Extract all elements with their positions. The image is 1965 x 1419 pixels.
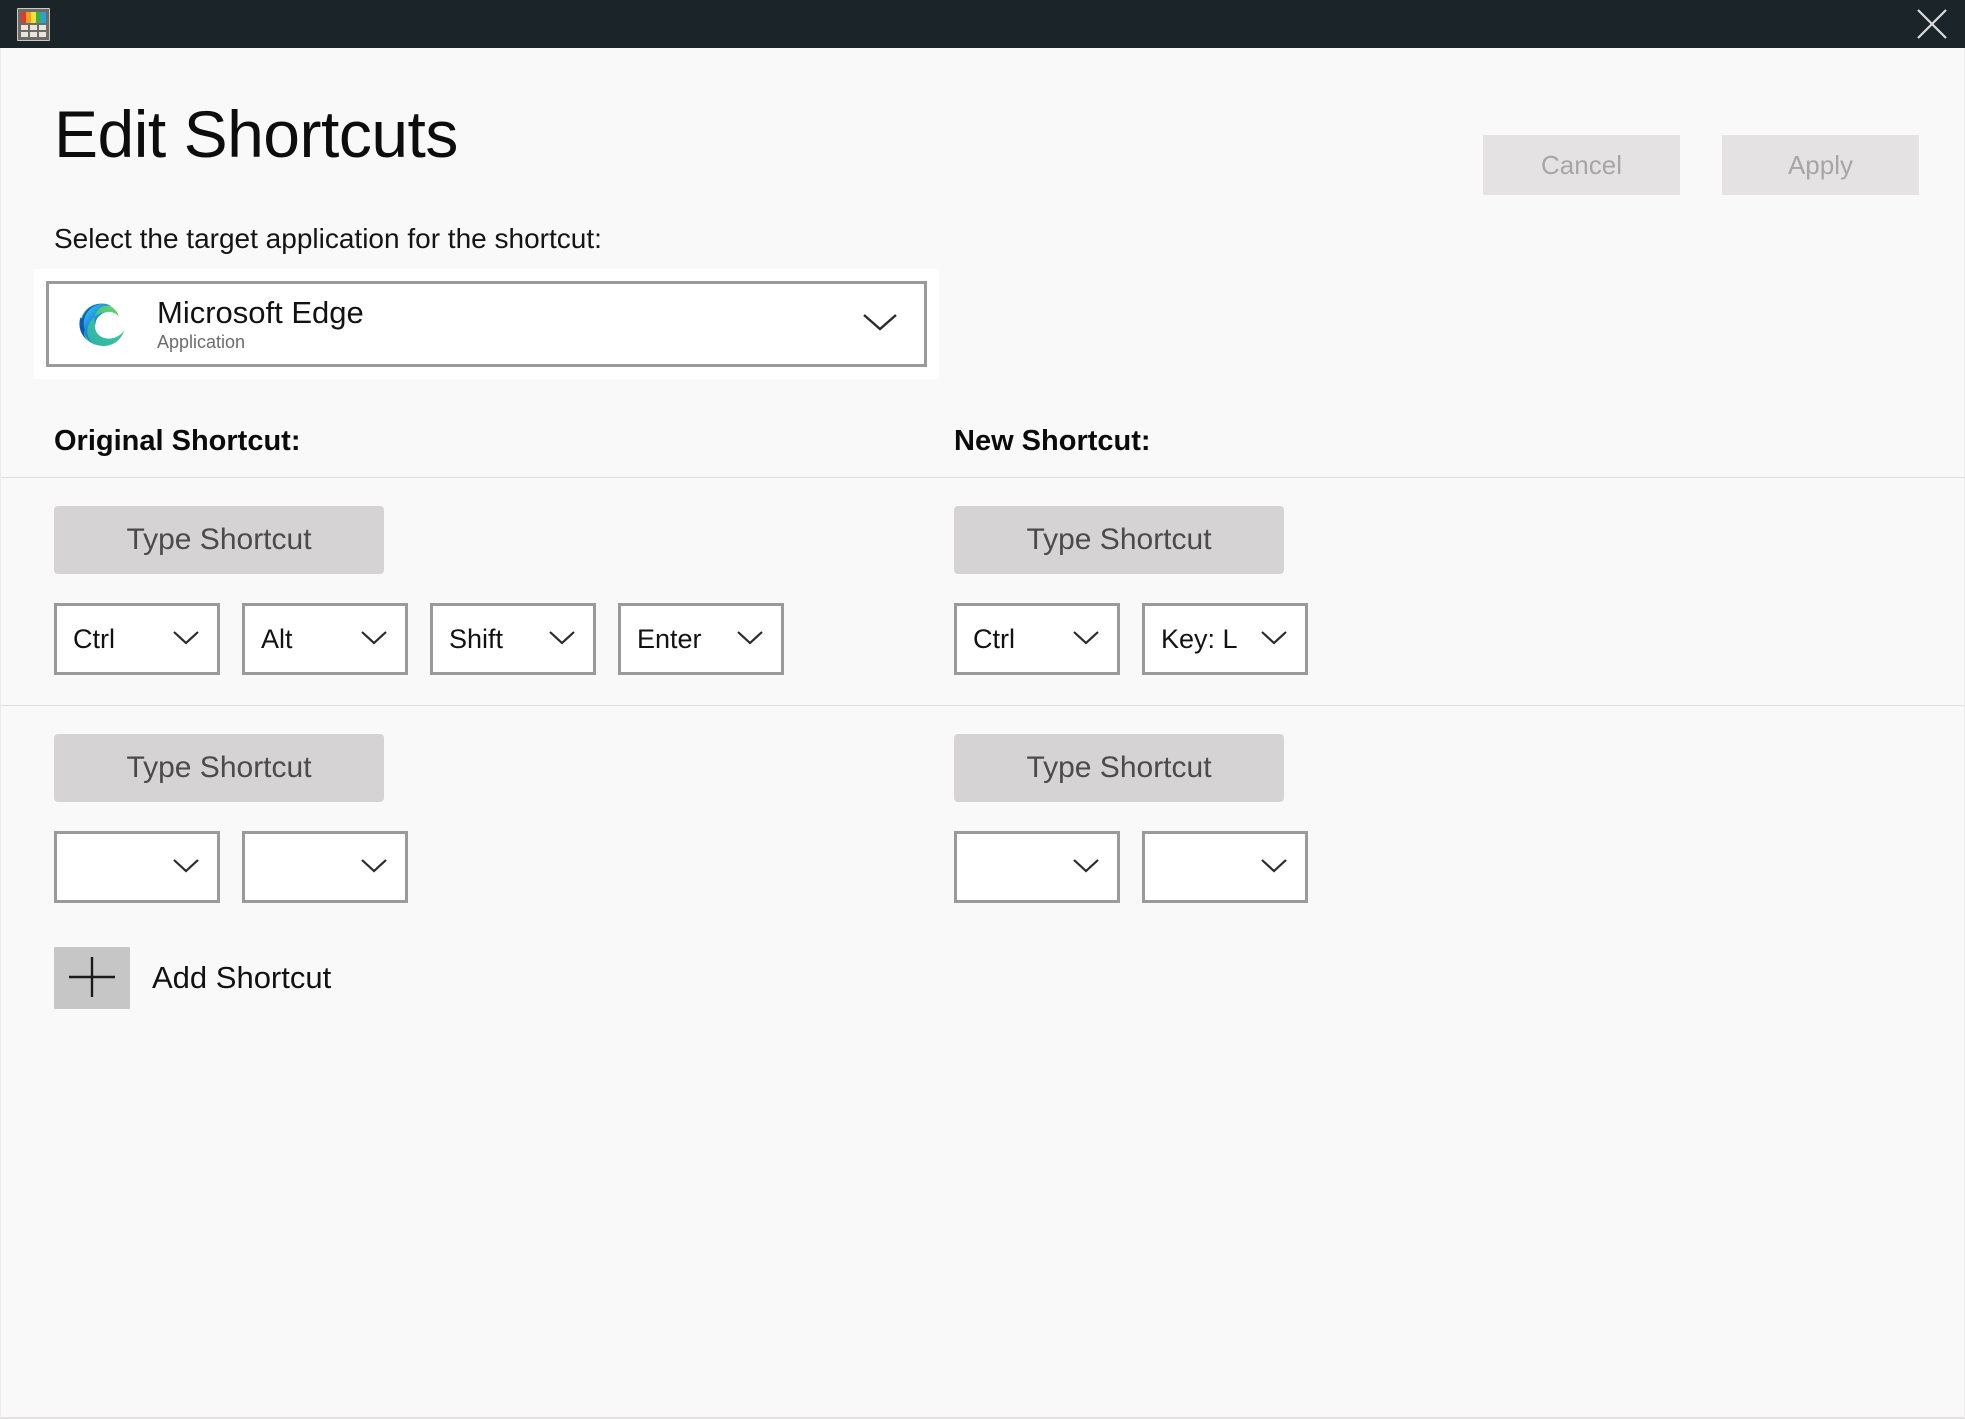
type-shortcut-button[interactable]: Type Shortcut [954,734,1284,802]
key-dropdown[interactable] [242,831,408,903]
chevron-down-icon [1071,627,1101,652]
chevron-down-icon [1259,855,1289,880]
key-dropdown[interactable]: Key: L [1142,603,1308,675]
powertoys-icon [17,7,50,41]
title-bar: Edit Shortcuts [0,0,1965,48]
chevron-down-icon [359,627,389,652]
key-dropdown-value: Ctrl [973,623,1015,654]
add-shortcut-row[interactable]: Add Shortcut [1,903,1964,1009]
chevron-down-icon [1259,627,1289,652]
chevron-down-icon [1071,855,1101,880]
new-shortcut-cell: Type Shortcut Ctrl Key: L [954,506,1854,675]
key-dropdown[interactable]: Enter [618,603,784,675]
add-shortcut-button[interactable] [54,947,130,1009]
key-dropdown[interactable]: Ctrl [54,603,220,675]
columns-header: Original Shortcut: New Shortcut: [1,379,1964,458]
powertoys-icon-bars [21,11,46,23]
apply-button[interactable]: Apply [1722,135,1919,195]
close-icon [1914,6,1950,42]
shortcut-row: Type Shortcut Type Shortcut [1,706,1964,903]
type-shortcut-button[interactable]: Type Shortcut [54,506,384,574]
key-dropdown[interactable] [1142,831,1308,903]
original-shortcut-cell: Type Shortcut Ctrl Alt Shift Enter [54,506,954,675]
app-selector-name: Microsoft Edge [157,294,364,330]
chevron-down-icon [171,855,201,880]
key-dropdown-value: Enter [637,623,702,654]
chevron-down-icon [171,627,201,652]
close-button[interactable] [1899,0,1965,48]
type-shortcut-button[interactable]: Type Shortcut [54,734,384,802]
page-title: Edit Shortcuts [54,97,458,171]
microsoft-edge-icon [77,298,129,350]
original-shortcut-cell: Type Shortcut [54,734,954,903]
key-dropdown-group [54,831,954,903]
key-dropdown[interactable]: Shift [430,603,596,675]
key-dropdown-value: Alt [261,623,293,654]
title-bar-left: Edit Shortcuts [0,7,159,41]
chevron-down-icon [860,309,900,340]
cancel-button[interactable]: Cancel [1483,135,1680,195]
type-shortcut-button[interactable]: Type Shortcut [954,506,1284,574]
app-selector-subtitle: Application [157,331,246,352]
chevron-down-icon [547,627,577,652]
new-shortcut-cell: Type Shortcut [954,734,1854,903]
dialog-content: Edit Shortcuts Cancel Apply Select the t… [0,48,1965,1419]
chevron-down-icon [735,627,765,652]
add-shortcut-label: Add Shortcut [152,960,332,995]
key-dropdown-value: Shift [449,623,504,654]
key-dropdown-group [954,831,1854,903]
key-dropdown[interactable]: Alt [242,603,408,675]
key-dropdown[interactable] [954,831,1120,903]
powertoys-icon-grid [21,24,46,37]
edit-shortcuts-window: Edit Shortcuts Edit Shortcuts Cancel App… [0,0,1965,1419]
key-dropdown[interactable] [54,831,220,903]
app-selector-text: Microsoft Edge Application [157,294,860,353]
app-selector-combobox[interactable]: Microsoft Edge Application [46,281,927,367]
key-dropdown-value: Ctrl [73,623,115,654]
new-shortcut-heading: New Shortcut: [954,425,1151,457]
app-selector-wrapper: Microsoft Edge Application [34,269,939,379]
key-dropdown[interactable]: Ctrl [954,603,1120,675]
plus-icon [63,951,121,1006]
key-dropdown-value: Key: L [1161,623,1238,654]
original-shortcut-heading: Original Shortcut: [54,425,301,457]
key-dropdown-group: Ctrl Alt Shift Enter [54,603,954,675]
shortcut-row: Type Shortcut Ctrl Alt Shift Enter Type … [1,478,1964,675]
header-actions: Cancel Apply [1483,93,1919,195]
header-row: Edit Shortcuts Cancel Apply [1,48,1964,195]
app-selector-label: Select the target application for the sh… [54,223,602,254]
key-dropdown-group: Ctrl Key: L [954,603,1854,675]
chevron-down-icon [359,855,389,880]
